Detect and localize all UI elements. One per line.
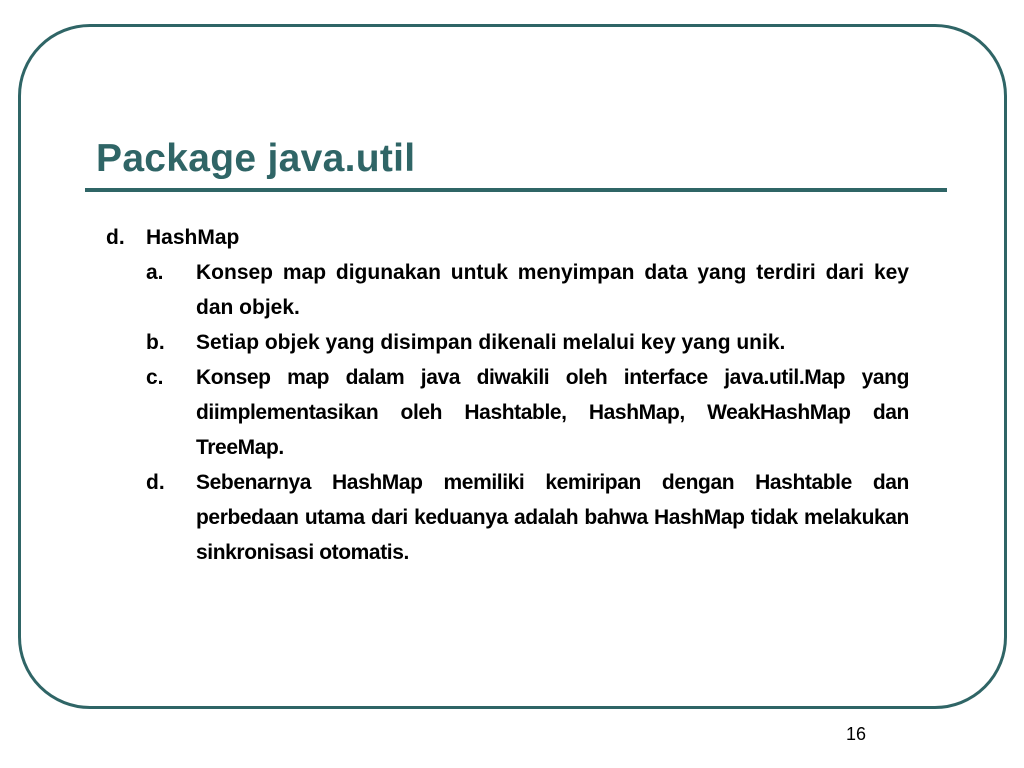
section-heading-text: HashMap <box>146 226 240 249</box>
list-item: a. Konsep map digunakan untuk menyimpan … <box>146 255 909 325</box>
list-item-marker: c. <box>146 366 164 389</box>
slide-body: d. HashMap a. Konsep map digunakan untuk… <box>106 220 909 570</box>
title-underline <box>85 188 947 192</box>
list-item-text: Setiap objek yang disimpan dikenali mela… <box>196 331 786 354</box>
section-marker: d. <box>106 226 125 249</box>
list-item: c. Konsep map dalam java diwakili oleh i… <box>146 360 909 465</box>
list-item-text: Konsep map digunakan untuk menyimpan dat… <box>196 261 909 319</box>
list-item: b. Setiap objek yang disimpan dikenali m… <box>146 325 909 360</box>
list-item-text: Sebenarnya HashMap memiliki kemiripan de… <box>196 471 909 564</box>
page-number: 16 <box>846 724 867 744</box>
list-item-marker: a. <box>146 261 164 284</box>
list-item-marker: b. <box>146 331 165 354</box>
slide-title: Package java.util <box>96 137 416 180</box>
list-item: d. Sebenarnya HashMap memiliki kemiripan… <box>146 465 909 570</box>
section-heading: d. HashMap <box>106 220 909 255</box>
list-item-text: Konsep map dalam java diwakili oleh inte… <box>196 366 909 459</box>
list-item-marker: d. <box>146 471 165 494</box>
sub-list: a. Konsep map digunakan untuk menyimpan … <box>106 255 909 570</box>
